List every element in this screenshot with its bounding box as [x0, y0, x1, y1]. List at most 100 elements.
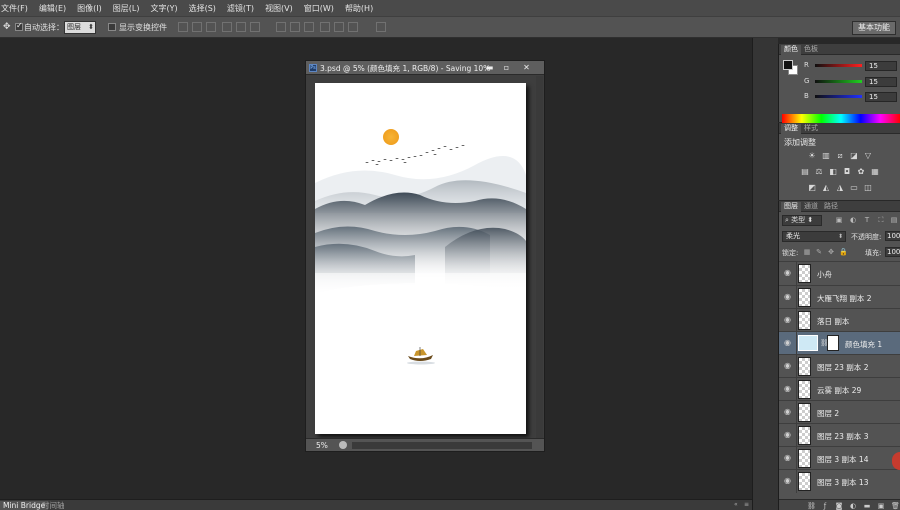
black-white-icon[interactable]: ◧: [828, 167, 838, 176]
menu-type[interactable]: 文字(Y): [150, 3, 177, 14]
layer-row[interactable]: ◉ 大雁飞翔 副本 2: [779, 285, 900, 309]
gradient-map-icon[interactable]: ▭: [849, 183, 859, 192]
channel-mixer-icon[interactable]: ✿: [856, 167, 866, 176]
align-right-icon[interactable]: [250, 22, 260, 32]
vertical-scrollbar[interactable]: [536, 76, 543, 438]
move-tool-icon[interactable]: ✥: [3, 22, 13, 32]
blue-value-field[interactable]: 15: [865, 92, 897, 102]
panel-menu-icon[interactable]: ≡: [744, 502, 750, 508]
photo-filter-icon[interactable]: ◘: [842, 167, 852, 176]
tab-timeline[interactable]: 时间轴: [42, 501, 65, 510]
visibility-eye-icon[interactable]: ◉: [784, 316, 793, 324]
auto-select-checkbox[interactable]: [15, 21, 23, 31]
distribute-bottom-icon[interactable]: [304, 22, 314, 32]
close-icon[interactable]: ✕: [520, 63, 533, 72]
tab-channels[interactable]: 通道: [801, 202, 821, 212]
align-bottom-icon[interactable]: [206, 22, 216, 32]
distribute-left-icon[interactable]: [320, 22, 330, 32]
distribute-right-icon[interactable]: [348, 22, 358, 32]
visibility-eye-icon[interactable]: ◉: [784, 431, 793, 439]
tab-layers[interactable]: 图层: [781, 202, 801, 212]
brightness-contrast-icon[interactable]: ☀: [807, 151, 817, 160]
layer-row[interactable]: ◉ 图层 23 副本 3: [779, 423, 900, 447]
new-group-icon[interactable]: ▬: [863, 502, 871, 510]
maximize-icon[interactable]: ▫: [500, 63, 513, 72]
add-mask-icon[interactable]: ◙: [835, 502, 843, 510]
filter-shape-icon[interactable]: ⛶: [877, 216, 885, 224]
visibility-eye-icon[interactable]: ◉: [784, 454, 793, 462]
link-layers-icon[interactable]: ⛓: [807, 502, 816, 510]
vibrance-icon[interactable]: ▽: [863, 151, 873, 160]
menu-filter[interactable]: 滤镜(T): [227, 3, 254, 14]
layer-row[interactable]: ◉ 落日 副本: [779, 308, 900, 332]
fill-field[interactable]: 100%: [885, 247, 900, 257]
visibility-eye-icon[interactable]: ◉: [784, 339, 793, 347]
visibility-eye-icon[interactable]: ◉: [784, 362, 793, 370]
threshold-icon[interactable]: ◮: [835, 183, 845, 192]
tab-color[interactable]: 颜色: [781, 45, 801, 55]
visibility-eye-icon[interactable]: ◉: [784, 477, 793, 485]
filter-type-icon[interactable]: T: [863, 216, 871, 224]
color-lookup-icon[interactable]: ▦: [870, 167, 880, 176]
layer-row[interactable]: ◉ 图层 3 副本 14: [779, 446, 900, 470]
menu-layer[interactable]: 图层(L): [113, 3, 140, 14]
layer-mask-thumbnail[interactable]: [827, 335, 839, 351]
red-value-field[interactable]: 15: [865, 61, 897, 71]
layer-row[interactable]: ◉ 小舟: [779, 261, 900, 285]
distribute-top-icon[interactable]: [276, 22, 286, 32]
selective-color-icon[interactable]: ◫: [863, 183, 873, 192]
layer-row[interactable]: ◉ 云雾 副本 29: [779, 377, 900, 401]
lock-pixels-icon[interactable]: ✎: [815, 248, 823, 256]
color-spectrum-bar[interactable]: [782, 114, 900, 123]
exposure-icon[interactable]: ◪: [849, 151, 859, 160]
collapse-icon[interactable]: «: [734, 502, 740, 508]
visibility-eye-icon[interactable]: ◉: [784, 269, 793, 277]
opacity-field[interactable]: 100%: [885, 231, 900, 241]
tab-adjustments[interactable]: 调整: [781, 124, 801, 134]
curves-icon[interactable]: ⧄: [835, 151, 845, 160]
foreground-color-swatch[interactable]: [783, 60, 793, 70]
tab-mini-bridge[interactable]: Mini Bridge: [0, 501, 49, 510]
document-title-bar[interactable]: Ps 3.psd @ 5% (颜色填充 1, RGB/8) - Saving 1…: [306, 61, 544, 75]
menu-view[interactable]: 视图(V): [265, 3, 293, 14]
visibility-eye-icon[interactable]: ◉: [784, 293, 793, 301]
tab-paths[interactable]: 路径: [821, 202, 841, 212]
green-slider[interactable]: [815, 80, 862, 83]
menu-edit[interactable]: 编辑(E): [39, 3, 66, 14]
layer-filter-dropdown[interactable]: ⌕ 类型 ⬍: [782, 215, 822, 226]
auto-align-icon[interactable]: [376, 22, 386, 32]
layer-row[interactable]: ◉ 图层 23 副本 2: [779, 354, 900, 378]
menu-image[interactable]: 图像(I): [77, 3, 102, 14]
filter-pixel-icon[interactable]: ▣: [835, 216, 843, 224]
minimize-icon[interactable]: ▬: [483, 63, 496, 72]
auto-select-target-dropdown[interactable]: 图层: [64, 21, 96, 34]
levels-icon[interactable]: ▥: [821, 151, 831, 160]
document-canvas[interactable]: [315, 83, 526, 434]
align-vcenter-icon[interactable]: [192, 22, 202, 32]
workspace-button[interactable]: 基本功能: [852, 21, 896, 35]
status-info-icon[interactable]: [339, 441, 347, 449]
blend-mode-dropdown[interactable]: 柔光: [782, 231, 846, 242]
link-chain-icon[interactable]: ⛓: [820, 339, 829, 348]
green-value-field[interactable]: 15: [865, 77, 897, 87]
menu-select[interactable]: 选择(S): [189, 3, 216, 14]
visibility-eye-icon[interactable]: ◉: [784, 408, 793, 416]
menu-window[interactable]: 窗口(W): [304, 3, 334, 14]
color-balance-icon[interactable]: ⚖: [814, 167, 824, 176]
layer-row[interactable]: ◉ 图层 2: [779, 400, 900, 424]
lock-transparency-icon[interactable]: ▦: [803, 248, 811, 256]
align-hcenter-icon[interactable]: [236, 22, 246, 32]
menu-help[interactable]: 帮助(H): [345, 3, 373, 14]
red-slider[interactable]: [815, 64, 862, 67]
invert-icon[interactable]: ◩: [807, 183, 817, 192]
show-transform-checkbox[interactable]: [108, 23, 116, 31]
distribute-vcenter-icon[interactable]: [290, 22, 300, 32]
new-layer-icon[interactable]: ▣: [877, 502, 885, 510]
lock-all-icon[interactable]: 🔒: [839, 248, 848, 256]
floating-app-badge-icon[interactable]: [892, 452, 900, 470]
layer-row[interactable]: ◉ 图层 3 副本 13: [779, 469, 900, 493]
delete-layer-icon[interactable]: 🗑: [891, 502, 900, 510]
hue-saturation-icon[interactable]: ▤: [800, 167, 810, 176]
layer-row-selected[interactable]: ◉ ⛓ 颜色填充 1: [779, 331, 900, 355]
filter-smart-object-icon[interactable]: ▤: [890, 216, 898, 224]
